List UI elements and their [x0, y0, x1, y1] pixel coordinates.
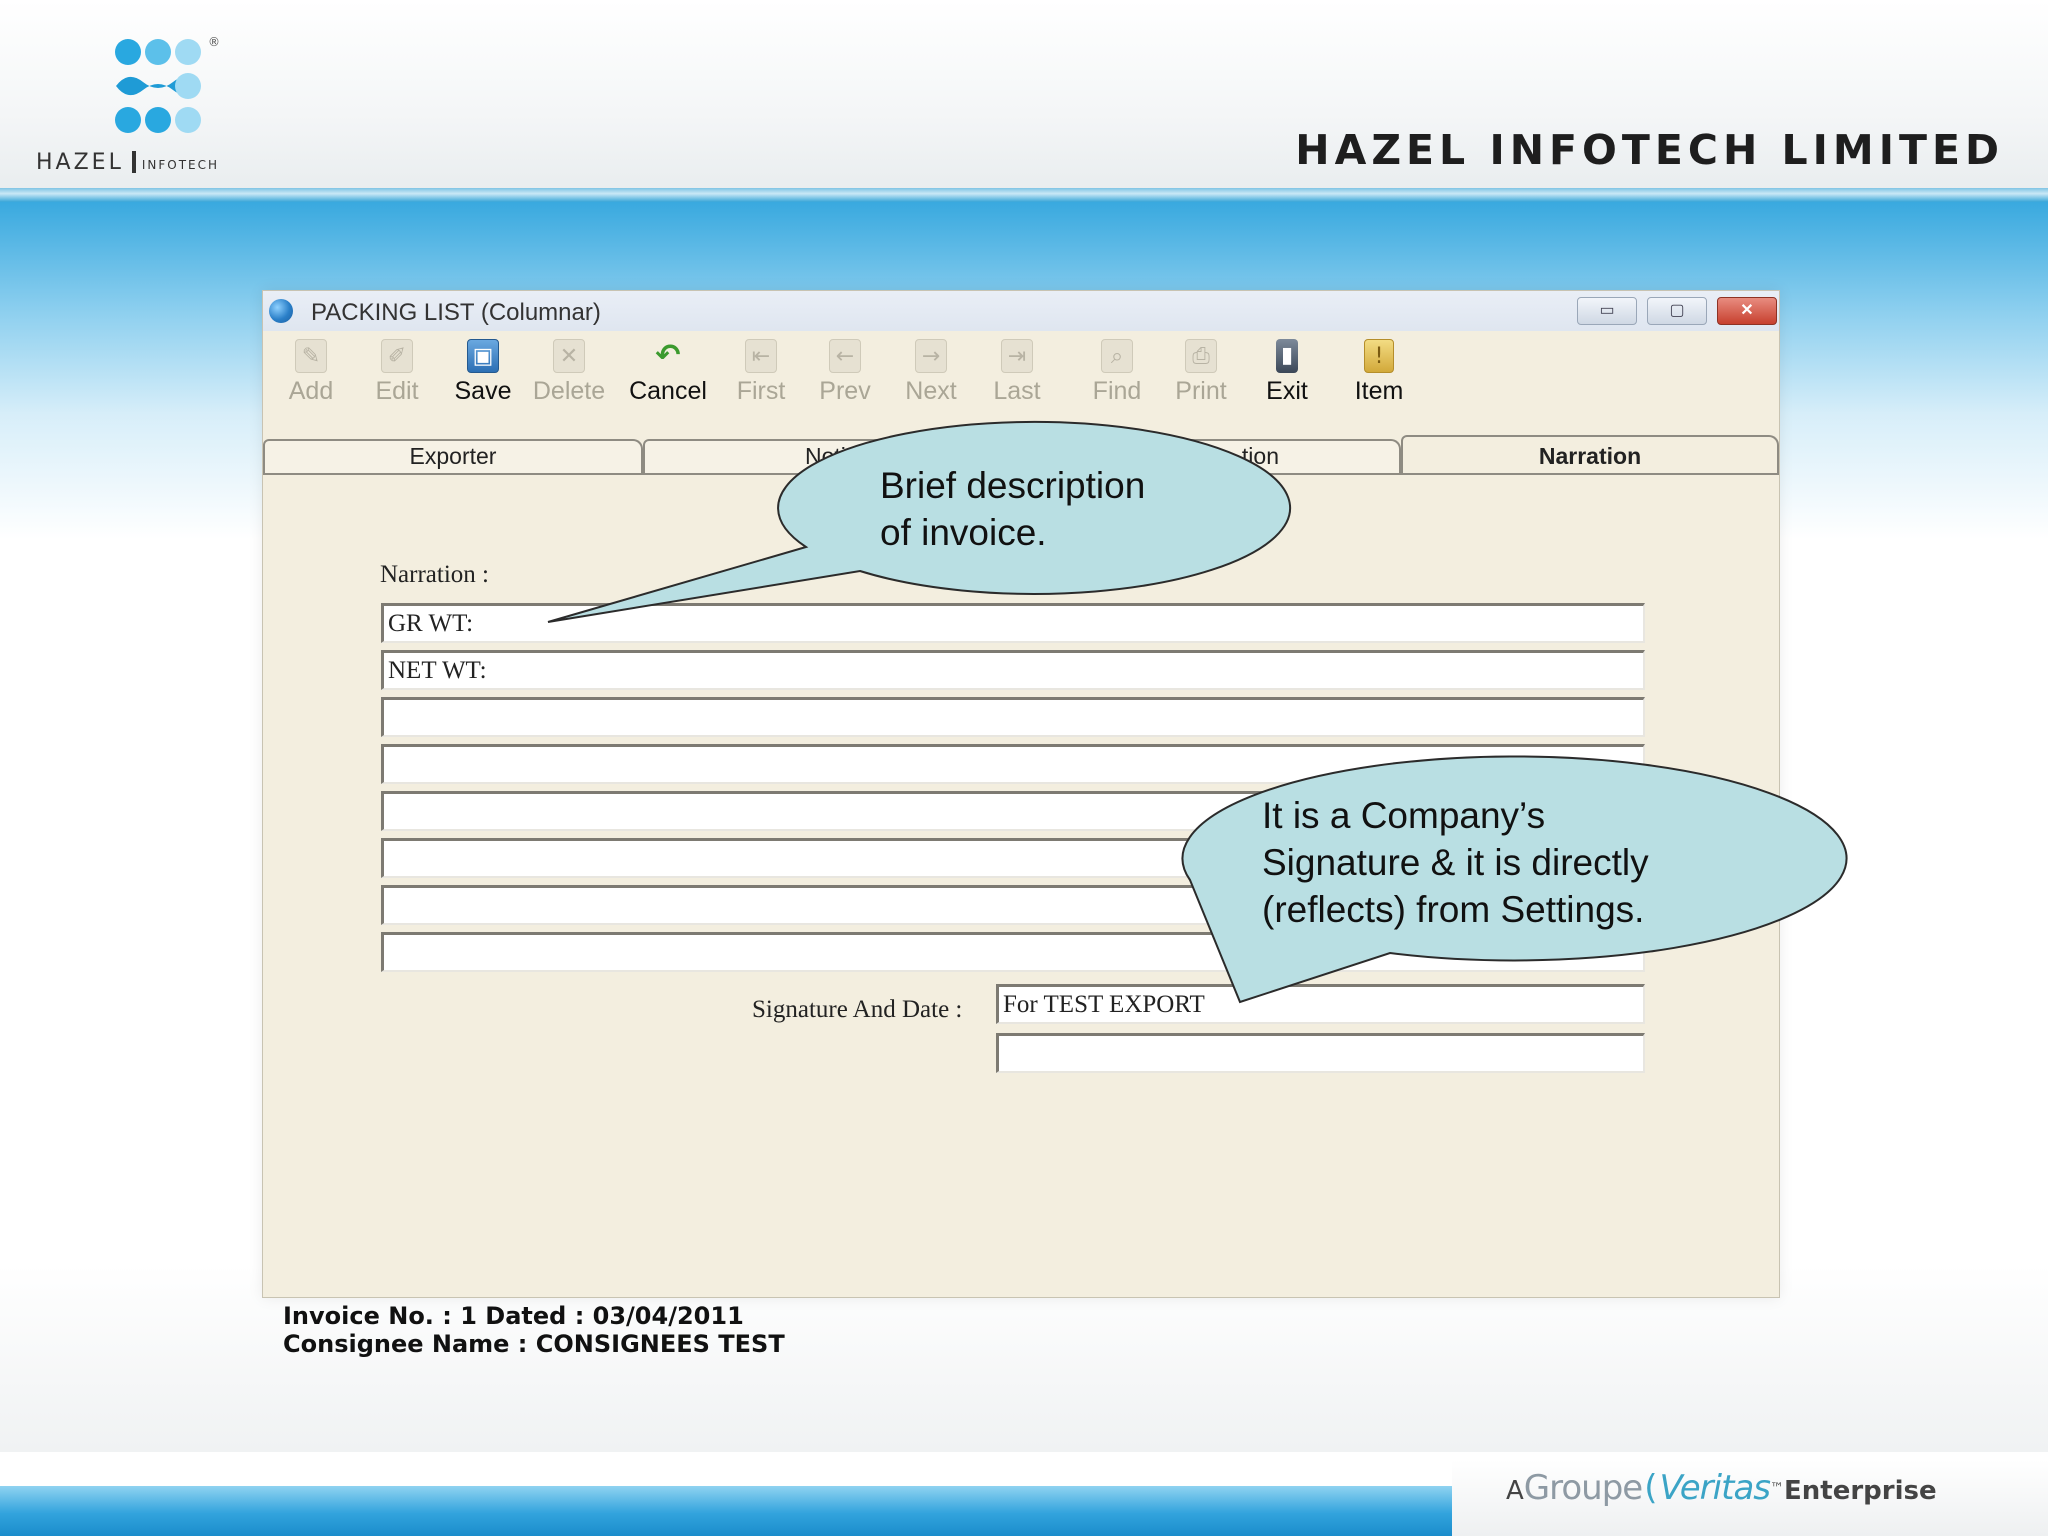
signature-callout-line-3: (reflects) from Settings. — [1262, 889, 1645, 930]
callout-shapes — [547, 420, 1848, 1004]
narration-callout-line-2: of invoice. — [880, 512, 1047, 553]
narration-callout-text: Brief description of invoice. — [880, 462, 1145, 556]
signature-callout-line-2: Signature & it is directly — [1262, 842, 1649, 883]
veritas-swirl-icon: ( — [1644, 1468, 1658, 1508]
brand-veritas: Veritas — [1659, 1468, 1771, 1508]
groupe-veritas-brand: AGroupe(Veritas™Enterprise — [1506, 1468, 1937, 1508]
signature-callout-line-1: It is a Company’s — [1262, 795, 1546, 836]
brand-prefix: A — [1506, 1476, 1524, 1506]
brand-enterprise: Enterprise — [1784, 1476, 1937, 1506]
narration-callout-line-1: Brief description — [880, 465, 1146, 506]
brand-groupe: Groupe — [1523, 1468, 1643, 1508]
brand-trademark: ™ — [1770, 1480, 1784, 1497]
signature-callout-text: It is a Company’s Signature & it is dire… — [1262, 792, 1649, 933]
